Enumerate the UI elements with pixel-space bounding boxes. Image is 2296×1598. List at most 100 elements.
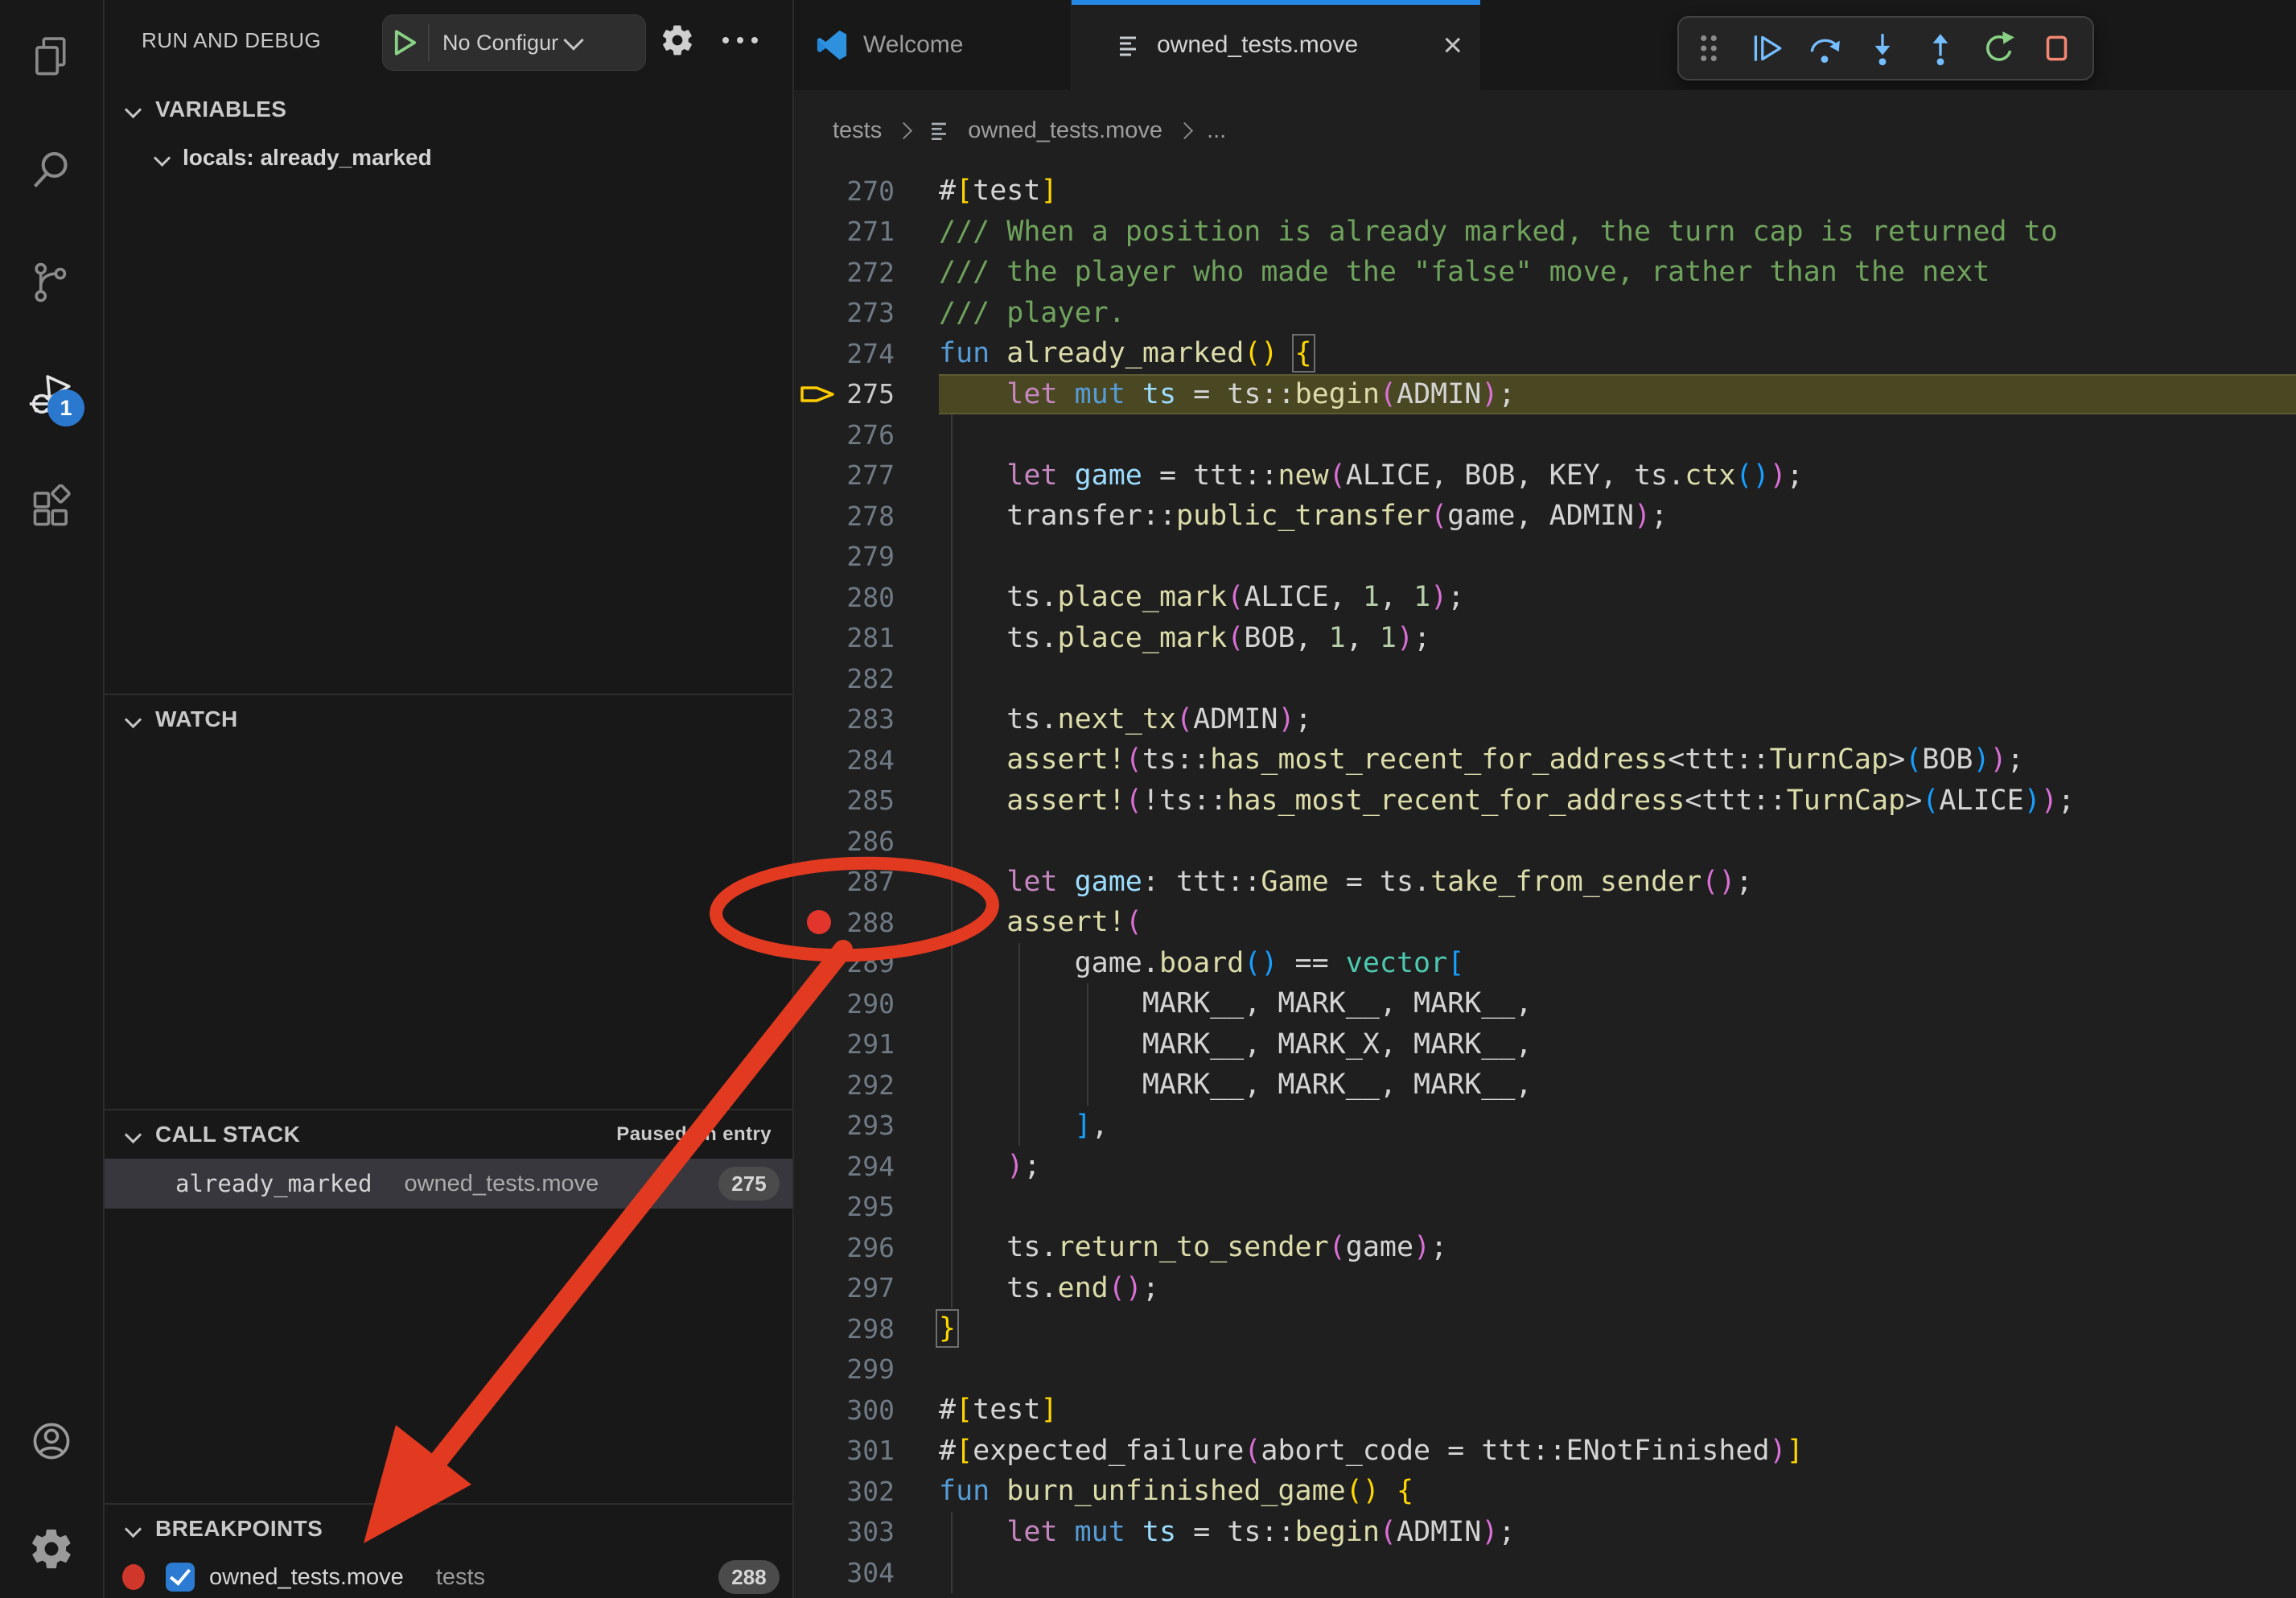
chevron-down-icon[interactable] (563, 30, 583, 50)
gutter-line-284[interactable]: 284 (794, 739, 939, 780)
gutter-line-277[interactable]: 277 (794, 455, 939, 496)
close-tab-icon[interactable]: × (1442, 28, 1463, 62)
gutter-line-295[interactable]: 295 (794, 1187, 939, 1228)
gutter-line-275[interactable]: 275 (794, 374, 939, 415)
gutter-line-279[interactable]: 279 (794, 537, 939, 578)
gutter-line-302[interactable]: 302 (794, 1471, 939, 1512)
code-text[interactable] (939, 414, 2296, 455)
code-text[interactable]: ts.next_tx(ADMIN); (939, 699, 2296, 740)
section-call-stack[interactable]: CALL STACK Paused on entry (105, 1114, 792, 1155)
gutter-line-271[interactable]: 271 (794, 212, 939, 253)
search-icon[interactable] (28, 146, 75, 193)
gutter-line-270[interactable]: 270 (794, 171, 939, 212)
code-text[interactable] (939, 537, 2296, 578)
gutter-line-296[interactable]: 296 (794, 1227, 939, 1268)
code-text[interactable]: MARK__, MARK__, MARK__, (939, 1065, 2296, 1106)
gutter-line-297[interactable]: 297 (794, 1268, 939, 1309)
explorer-icon[interactable] (28, 34, 75, 80)
gutter-line-274[interactable]: 274 (794, 333, 939, 374)
gutter-line-289[interactable]: 289 (794, 943, 939, 984)
gutter-line-298[interactable]: 298 (794, 1308, 939, 1349)
gutter-line-273[interactable]: 273 (794, 293, 939, 334)
step-out-icon[interactable] (1922, 30, 1959, 67)
gutter-line-276[interactable]: 276 (794, 414, 939, 455)
gutter-line-287[interactable]: 287 (794, 862, 939, 903)
gutter-line-280[interactable]: 280 (794, 577, 939, 618)
code-text[interactable]: assert!(ts::has_most_recent_for_address<… (939, 739, 2296, 780)
call-stack-frame[interactable]: already_marked owned_tests.move 275 (105, 1159, 792, 1209)
breadcrumb-file[interactable]: owned_tests.move (968, 117, 1162, 144)
code-text[interactable]: } (939, 1308, 2296, 1349)
stop-icon[interactable] (2038, 30, 2075, 67)
code-text[interactable] (939, 658, 2296, 699)
gutter-line-299[interactable]: 299 (794, 1349, 939, 1390)
gutter-line-272[interactable]: 272 (794, 252, 939, 293)
gutter-line-294[interactable]: 294 (794, 1146, 939, 1187)
code-text[interactable]: #[test] (939, 1390, 2296, 1431)
gutter-line-293[interactable]: 293 (794, 1106, 939, 1147)
code-text[interactable]: /// When a position is already marked, t… (939, 212, 2296, 253)
code-text[interactable]: #[expected_failure(abort_code = ttt::ENo… (939, 1431, 2296, 1472)
gutter-line-291[interactable]: 291 (794, 1024, 939, 1065)
code-text[interactable]: fun already_marked() { (939, 333, 2296, 374)
code-editor[interactable]: 270#[test]271/// When a position is alre… (794, 171, 2296, 1598)
breadcrumb-folder[interactable]: tests (833, 117, 882, 144)
breakpoint-checkbox[interactable] (166, 1563, 195, 1592)
code-text[interactable] (939, 1552, 2296, 1593)
breakpoint-item[interactable]: owned_tests.move tests 288 (105, 1555, 792, 1598)
start-debug-icon[interactable] (383, 29, 428, 56)
code-text[interactable] (939, 821, 2296, 862)
continue-icon[interactable] (1748, 30, 1785, 67)
code-text[interactable]: #[test] (939, 171, 2296, 212)
code-text[interactable]: ); (939, 1146, 2296, 1187)
start-debug-config-button[interactable]: No Configur (382, 14, 646, 71)
gutter-line-300[interactable]: 300 (794, 1390, 939, 1431)
code-text[interactable]: transfer::public_transfer(game, ADMIN); (939, 496, 2296, 537)
code-text[interactable]: ts.return_to_sender(game); (939, 1227, 2296, 1268)
step-into-icon[interactable] (1864, 30, 1901, 67)
tab-owned-tests-move[interactable]: owned_tests.move × (1072, 0, 1480, 90)
code-text[interactable]: fun burn_unfinished_game() { (939, 1471, 2296, 1512)
gutter-line-301[interactable]: 301 (794, 1431, 939, 1472)
gutter-line-288[interactable]: 288 (794, 902, 939, 943)
code-text[interactable] (939, 1187, 2296, 1228)
code-text[interactable]: /// player. (939, 293, 2296, 334)
code-text[interactable] (939, 1349, 2296, 1390)
accounts-icon[interactable] (28, 1418, 75, 1464)
breakpoint-dot-icon[interactable] (807, 910, 831, 934)
settings-gear-icon[interactable] (28, 1526, 75, 1572)
variables-scope-locals[interactable]: locals: already_marked (105, 135, 792, 180)
code-text[interactable]: assert!( (939, 902, 2296, 943)
step-over-icon[interactable] (1806, 30, 1843, 67)
code-text[interactable]: ts.place_mark(ALICE, 1, 1); (939, 577, 2296, 618)
code-text[interactable]: game.board() == vector[ (939, 943, 2296, 984)
run-and-debug-icon[interactable]: 1 (28, 372, 75, 418)
gutter-line-286[interactable]: 286 (794, 821, 939, 862)
drag-handle-icon[interactable] (1690, 30, 1727, 67)
code-text[interactable]: /// the player who made the "false" move… (939, 252, 2296, 293)
more-actions-icon[interactable] (721, 23, 761, 58)
code-text[interactable]: ts.place_mark(BOB, 1, 1); (939, 618, 2296, 659)
code-text[interactable]: let game: ttt::Game = ts.take_from_sende… (939, 862, 2296, 903)
debug-settings-gear-icon[interactable] (660, 23, 695, 58)
code-text[interactable]: let mut ts = ts::begin(ADMIN); (939, 1512, 2296, 1553)
gutter-line-281[interactable]: 281 (794, 618, 939, 659)
gutter-line-292[interactable]: 292 (794, 1065, 939, 1106)
config-dropdown-label[interactable]: No Configur (442, 31, 558, 56)
code-text[interactable]: MARK__, MARK__, MARK__, (939, 983, 2296, 1024)
restart-icon[interactable] (1980, 30, 2017, 67)
section-variables[interactable]: VARIABLES (105, 87, 792, 132)
code-text[interactable]: let game = ttt::new(ALICE, BOB, KEY, ts.… (939, 455, 2296, 496)
source-control-icon[interactable] (28, 259, 75, 306)
code-text[interactable]: let mut ts = ts::begin(ADMIN); (939, 374, 2296, 415)
gutter-line-278[interactable]: 278 (794, 496, 939, 537)
section-breakpoints[interactable]: BREAKPOINTS (105, 1508, 792, 1550)
gutter-line-304[interactable]: 304 (794, 1552, 939, 1593)
gutter-line-290[interactable]: 290 (794, 983, 939, 1024)
gutter-line-285[interactable]: 285 (794, 780, 939, 822)
code-text[interactable]: ts.end(); (939, 1268, 2296, 1309)
code-text[interactable]: assert!(!ts::has_most_recent_for_address… (939, 780, 2296, 822)
breadcrumb-symbol[interactable]: ... (1207, 117, 1226, 144)
gutter-line-283[interactable]: 283 (794, 699, 939, 740)
code-text[interactable]: MARK__, MARK_X, MARK__, (939, 1024, 2296, 1065)
